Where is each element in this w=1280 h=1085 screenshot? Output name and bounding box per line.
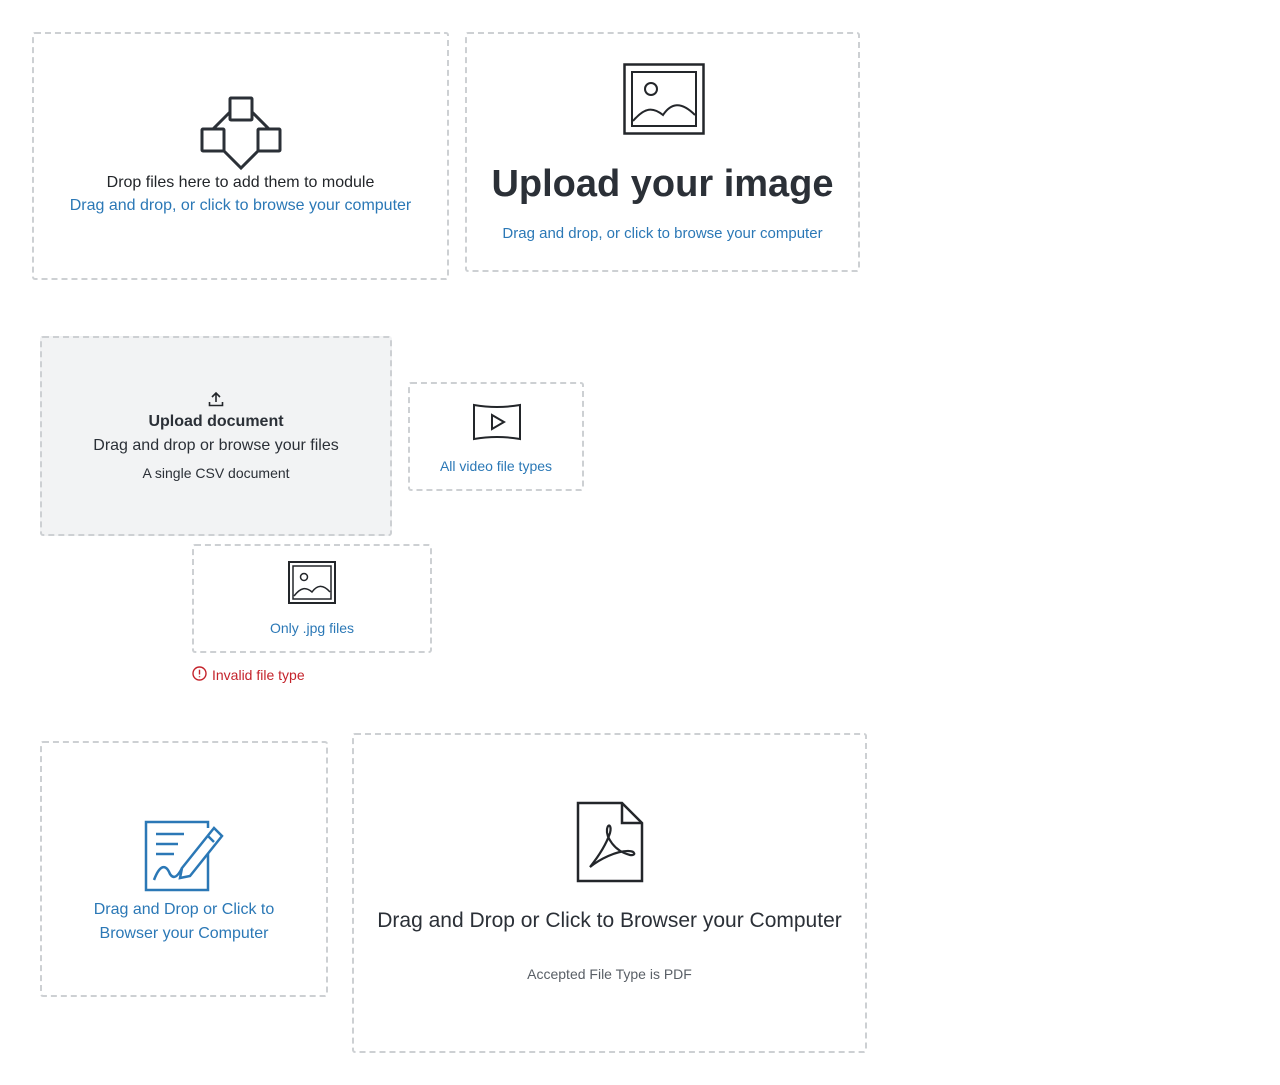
error-message: Invalid file type	[192, 666, 305, 684]
image-dropzone[interactable]: Upload your image Drag and drop, or clic…	[465, 32, 860, 272]
video-icon	[472, 403, 522, 446]
module-icon	[200, 96, 282, 177]
alert-circle-icon	[192, 666, 212, 684]
browse-computer-link[interactable]: Drag and drop, or click to browse your c…	[467, 225, 858, 242]
pdf-dropzone-hint: Accepted File Type is PDF	[527, 966, 692, 982]
image-icon	[288, 561, 336, 609]
image-icon	[623, 63, 705, 140]
pdf-dropzone-title: Drag and Drop or Click to Browser your C…	[377, 909, 842, 932]
image-dropzone-title: Upload your image	[491, 163, 834, 205]
document-dropzone-hint: A single CSV document	[142, 465, 290, 481]
pdf-file-icon	[576, 801, 644, 888]
document-dropzone-message: Drag and drop or browse your files	[93, 437, 339, 454]
video-dropzone[interactable]: All video file types	[408, 382, 584, 491]
video-file-types-link[interactable]: All video file types	[410, 458, 582, 474]
document-dropzone-title: Upload document	[148, 413, 284, 430]
document-dropzone[interactable]: Upload document Drag and drop or browse …	[40, 336, 392, 536]
pdf-dropzone[interactable]: Drag and Drop or Click to Browser your C…	[352, 733, 867, 1053]
browse-computer-link[interactable]: Drag and Drop or Click to Browser your C…	[42, 898, 326, 946]
module-dropzone-message: Drop files here to add them to module	[106, 174, 375, 191]
jpg-only-link[interactable]: Only .jpg files	[194, 620, 430, 636]
upload-arrow-icon	[208, 391, 224, 412]
document-edit-icon	[144, 820, 224, 897]
error-text: Invalid file type	[212, 667, 305, 683]
jpg-dropzone[interactable]: Only .jpg files	[192, 544, 432, 653]
browse-computer-link[interactable]: Drag and drop, or click to browse your c…	[34, 197, 447, 215]
edit-document-dropzone[interactable]: Drag and Drop or Click to Browser your C…	[40, 741, 328, 997]
module-dropzone[interactable]: Drop files here to add them to module Dr…	[32, 32, 449, 280]
